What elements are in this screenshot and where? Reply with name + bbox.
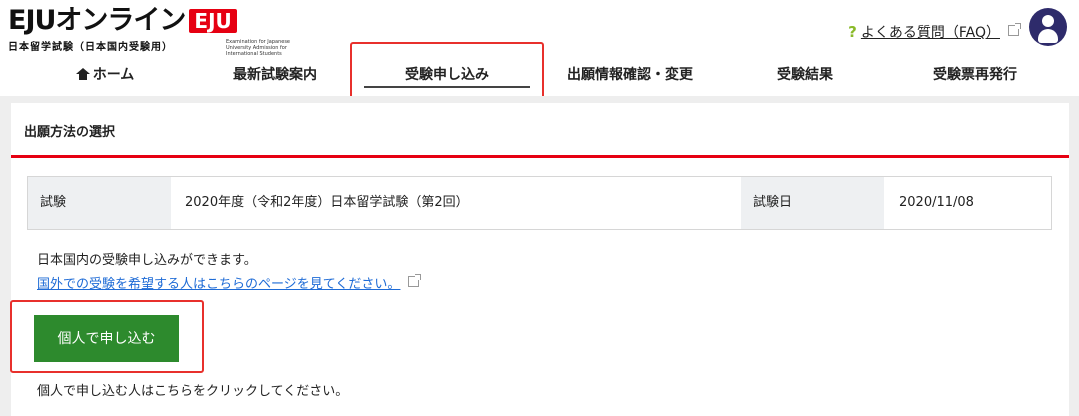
logo-badge: EJU (189, 9, 237, 33)
nav-item-reissue-ticket[interactable]: 受験票再発行 (905, 62, 1045, 96)
nav-item-application-check[interactable]: 出願情報確認・変更 (545, 62, 715, 96)
user-avatar-icon[interactable] (1029, 8, 1067, 46)
exam-label: 試験 (28, 177, 171, 229)
logo-subtitle: 日本留学試験（日本国内受験用） (8, 42, 173, 53)
home-icon (75, 68, 90, 80)
application-description: 日本国内の受験申し込みができます。 (37, 253, 257, 268)
nav-label: 出願情報確認・変更 (567, 67, 693, 83)
exam-date-label: 試験日 (741, 177, 884, 229)
exam-date-value: 2020/11/08 (899, 195, 974, 210)
apply-button-note: 個人で申し込む人はこちらをクリックしてください。 (37, 384, 349, 399)
faq-link[interactable]: よくある質問（FAQ） (861, 25, 1000, 41)
nav-home-label: ホーム (92, 67, 135, 83)
section-title: 出願方法の選択 (24, 125, 116, 140)
exam-info-table: 試験 2020年度（令和2年度）日本留学試験（第2回） 試験日 2020/11/… (27, 176, 1052, 230)
logo-tagline: Examination for Japanese University Admi… (226, 39, 291, 57)
avatar-body (1038, 29, 1058, 43)
highlight-button-box (10, 300, 204, 373)
nav-item-latest-exam-info[interactable]: 最新試験案内 (200, 62, 350, 96)
nav-label: 受験票再発行 (933, 67, 1017, 83)
external-link-icon (1008, 23, 1021, 36)
overseas-exam-link[interactable]: 国外での受験を希望する人はこちらのページを見てください。 (37, 277, 400, 292)
nav-item-exam-results[interactable]: 受験結果 (745, 62, 865, 96)
exam-value: 2020年度（令和2年度）日本留学試験（第2回） (185, 195, 469, 210)
section-divider (11, 155, 1069, 158)
question-icon: ? (848, 23, 857, 41)
overseas-exam-link-row: 国外での受験を希望する人はこちらのページを見てください。 (37, 273, 422, 292)
logo-text: EJUオンライン (8, 5, 186, 36)
avatar-head (1042, 15, 1054, 27)
nav-label: 受験結果 (777, 67, 833, 83)
eju-online-logo[interactable]: EJUオンライン EJU 日本留学試験（日本国内受験用） Examination … (8, 5, 290, 58)
faq-link-group: ? よくある質問（FAQ） (848, 22, 1021, 42)
highlight-nav-box (350, 42, 544, 104)
external-link-icon (408, 274, 422, 287)
nav-label: 最新試験案内 (233, 67, 317, 83)
nav-item-home[interactable]: ホーム (40, 62, 170, 96)
